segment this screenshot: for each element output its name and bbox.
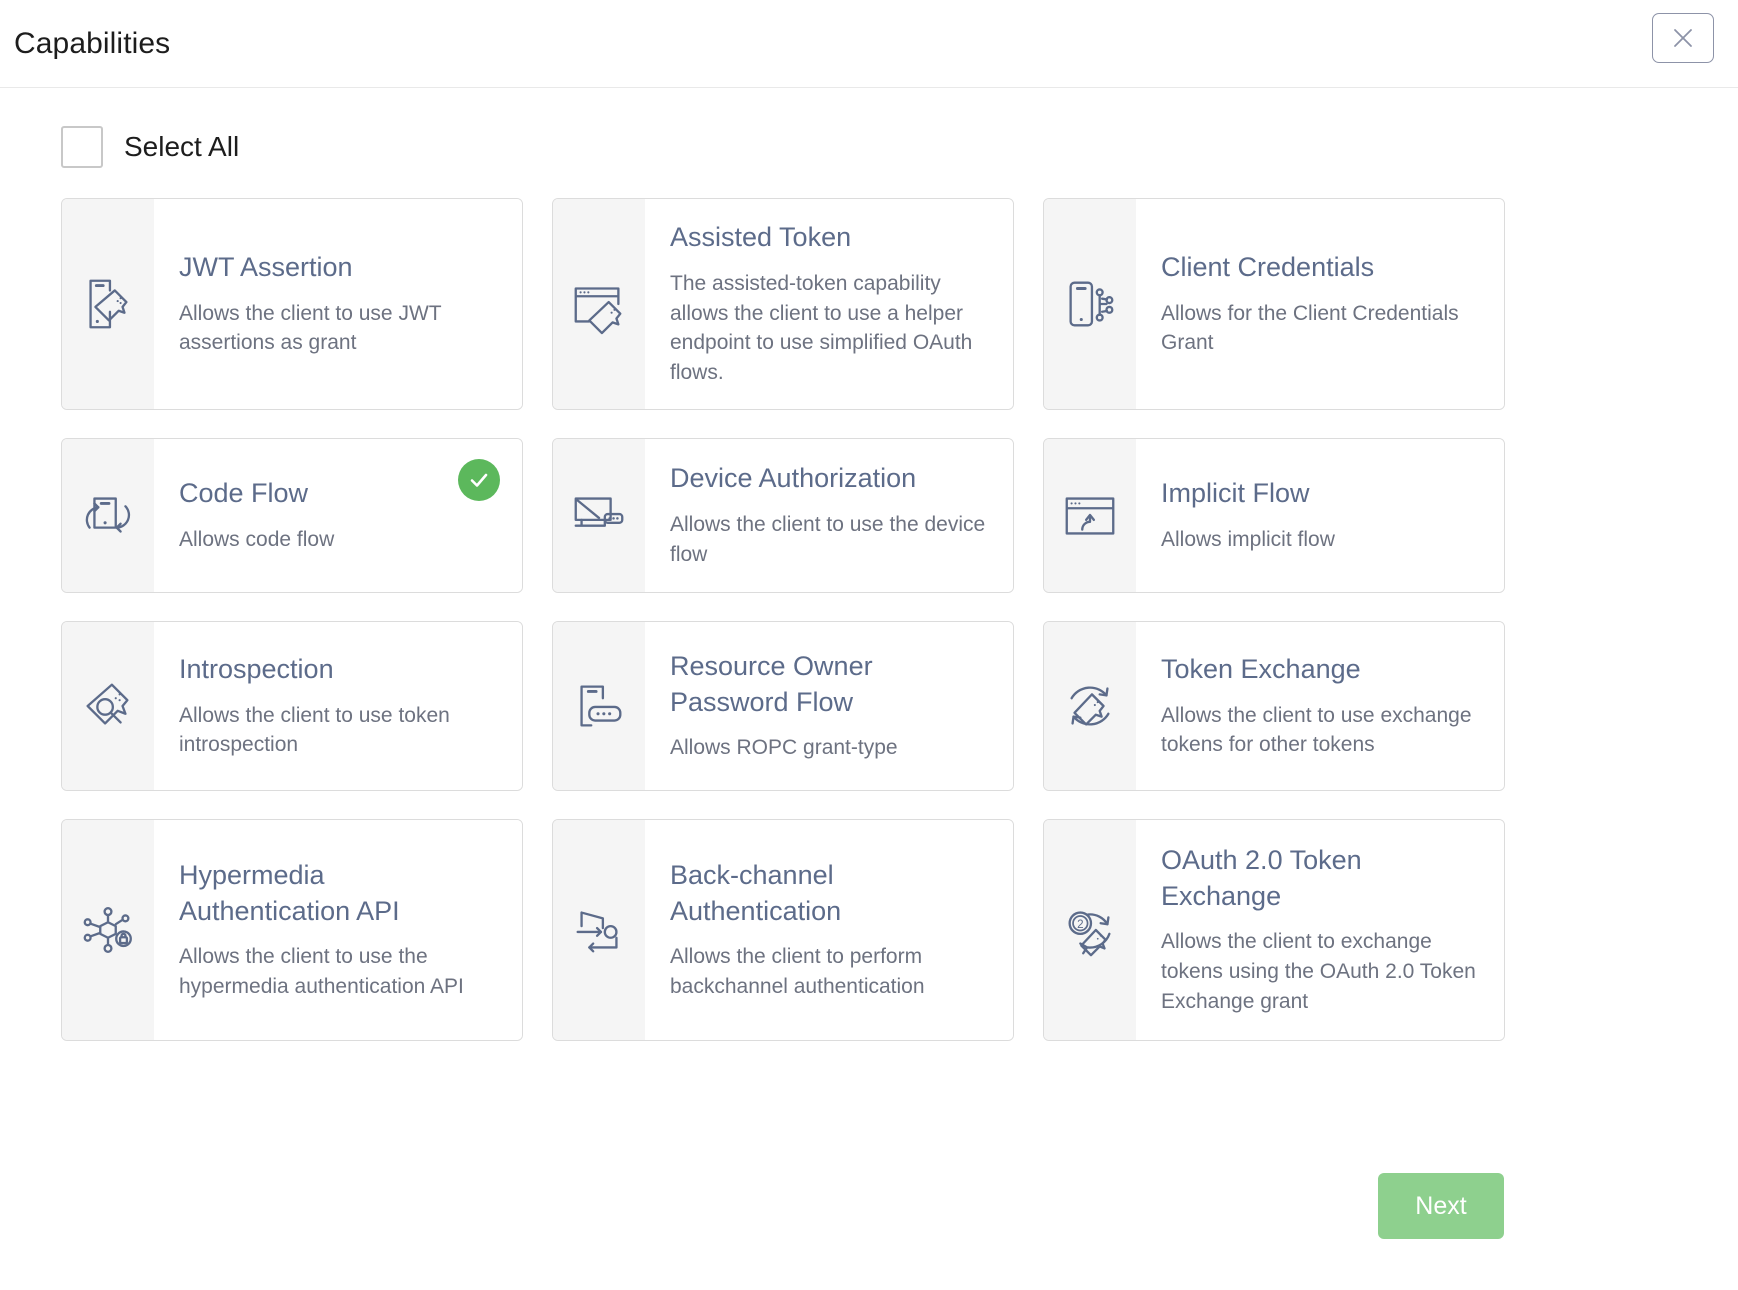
card-icon-panel: [62, 439, 154, 592]
card-content: OAuth 2.0 Token Exchange Allows the clie…: [1136, 820, 1504, 1040]
check-icon: [467, 468, 491, 492]
card-icon-panel: [553, 820, 645, 1040]
card-content: Client Credentials Allows for the Client…: [1136, 199, 1504, 409]
card-description: Allows the client to use the device flow: [670, 510, 987, 570]
tag-exchange-icon: [1059, 675, 1121, 737]
card-icon-panel: [62, 199, 154, 409]
capability-card-device-authorization[interactable]: Device Authorization Allows the client t…: [552, 438, 1014, 593]
card-title: Hypermedia Authentication API: [179, 858, 496, 929]
capability-card-assisted-token[interactable]: Assisted Token The assisted-token capabi…: [552, 198, 1014, 410]
capability-card-jwt-assertion[interactable]: JWT Assertion Allows the client to use J…: [61, 198, 523, 410]
status-badge-selected: [458, 459, 500, 501]
page-title: Capabilities: [14, 27, 170, 61]
capability-card-resource-owner-password-flow[interactable]: Resource Owner Password Flow Allows ROPC…: [552, 621, 1014, 791]
card-description: The assisted-token capability allows the…: [670, 269, 987, 388]
card-title: JWT Assertion: [179, 250, 496, 286]
capability-card-implicit-flow[interactable]: Implicit Flow Allows implicit flow: [1043, 438, 1505, 593]
card-title: Back-channel Authentication: [670, 858, 987, 929]
card-title: Token Exchange: [1161, 652, 1478, 688]
browser-arrow-up-icon: [1059, 485, 1121, 547]
capability-card-code-flow[interactable]: Code Flow Allows code flow: [61, 438, 523, 593]
select-all-checkbox[interactable]: [61, 126, 103, 168]
capability-cards-grid: JWT Assertion Allows the client to use J…: [61, 198, 1506, 1041]
card-title: OAuth 2.0 Token Exchange: [1161, 843, 1478, 914]
card-icon-panel: 2: [1044, 820, 1136, 1040]
close-icon: [1670, 25, 1696, 51]
backchannel-arrow-icon: [568, 899, 630, 961]
card-description: Allows for the Client Credentials Grant: [1161, 299, 1478, 359]
card-content: Implicit Flow Allows implicit flow: [1136, 439, 1504, 592]
card-content: Back-channel Authentication Allows the c…: [645, 820, 1013, 1040]
card-icon-panel: [553, 622, 645, 790]
card-description: Allows the client to use token introspec…: [179, 701, 496, 761]
card-content: Introspection Allows the client to use t…: [154, 622, 522, 790]
phone-refresh-icon: [77, 485, 139, 547]
card-title: Code Flow: [179, 476, 496, 512]
close-button[interactable]: [1652, 13, 1714, 63]
network-lock-icon: [77, 899, 139, 961]
card-title: Implicit Flow: [1161, 476, 1478, 512]
card-icon-panel: [1044, 622, 1136, 790]
card-content: JWT Assertion Allows the client to use J…: [154, 199, 522, 409]
card-icon-panel: [1044, 439, 1136, 592]
card-content: Token Exchange Allows the client to use …: [1136, 622, 1504, 790]
card-description: Allows ROPC grant-type: [670, 733, 987, 763]
phone-password-icon: [568, 675, 630, 737]
tv-device-icon: [568, 485, 630, 547]
card-content: Resource Owner Password Flow Allows ROPC…: [645, 622, 1013, 790]
card-content: Assisted Token The assisted-token capabi…: [645, 199, 1013, 409]
capability-card-back-channel-authentication[interactable]: Back-channel Authentication Allows the c…: [552, 819, 1014, 1041]
card-description: Allows code flow: [179, 525, 496, 555]
capability-card-oauth2-token-exchange[interactable]: 2 OAuth 2.0 Token Exchange Allows the cl…: [1043, 819, 1505, 1041]
card-title: Assisted Token: [670, 220, 987, 256]
card-description: Allows the client to perform backchannel…: [670, 942, 987, 1002]
next-button[interactable]: Next: [1378, 1173, 1504, 1239]
card-content: Hypermedia Authentication API Allows the…: [154, 820, 522, 1040]
card-icon-panel: [62, 622, 154, 790]
card-description: Allows the client to exchange tokens usi…: [1161, 927, 1478, 1016]
card-description: Allows the client to use the hypermedia …: [179, 942, 496, 1002]
select-all-label: Select All: [124, 131, 239, 163]
card-content: Device Authorization Allows the client t…: [645, 439, 1013, 592]
browser-tag-icon: [568, 273, 630, 335]
card-title: Introspection: [179, 652, 496, 688]
card-description: Allows implicit flow: [1161, 525, 1478, 555]
card-description: Allows the client to use JWT assertions …: [179, 299, 496, 359]
phone-network-icon: [1059, 273, 1121, 335]
card-title: Device Authorization: [670, 461, 987, 497]
capability-card-introspection[interactable]: Introspection Allows the client to use t…: [61, 621, 523, 791]
card-icon-panel: [553, 199, 645, 409]
capability-card-client-credentials[interactable]: Client Credentials Allows for the Client…: [1043, 198, 1505, 410]
capabilities-dialog: Capabilities Select All: [0, 0, 1738, 1290]
card-icon-panel: [62, 820, 154, 1040]
capability-card-hypermedia-authentication-api[interactable]: Hypermedia Authentication API Allows the…: [61, 819, 523, 1041]
dialog-body: Select All: [0, 88, 1738, 1290]
card-title: Resource Owner Password Flow: [670, 649, 987, 720]
card-icon-panel: [553, 439, 645, 592]
select-all-row[interactable]: Select All: [61, 126, 1738, 168]
capability-card-token-exchange[interactable]: Token Exchange Allows the client to use …: [1043, 621, 1505, 791]
phone-tag-icon: [77, 273, 139, 335]
oauth2-exchange-icon: 2: [1059, 899, 1121, 961]
tag-magnifier-icon: [77, 675, 139, 737]
dialog-footer: Next: [0, 1122, 1738, 1290]
card-title: Client Credentials: [1161, 250, 1478, 286]
dialog-header: Capabilities: [0, 0, 1738, 88]
card-description: Allows the client to use exchange tokens…: [1161, 701, 1478, 761]
card-icon-panel: [1044, 199, 1136, 409]
svg-text:2: 2: [1077, 918, 1083, 931]
